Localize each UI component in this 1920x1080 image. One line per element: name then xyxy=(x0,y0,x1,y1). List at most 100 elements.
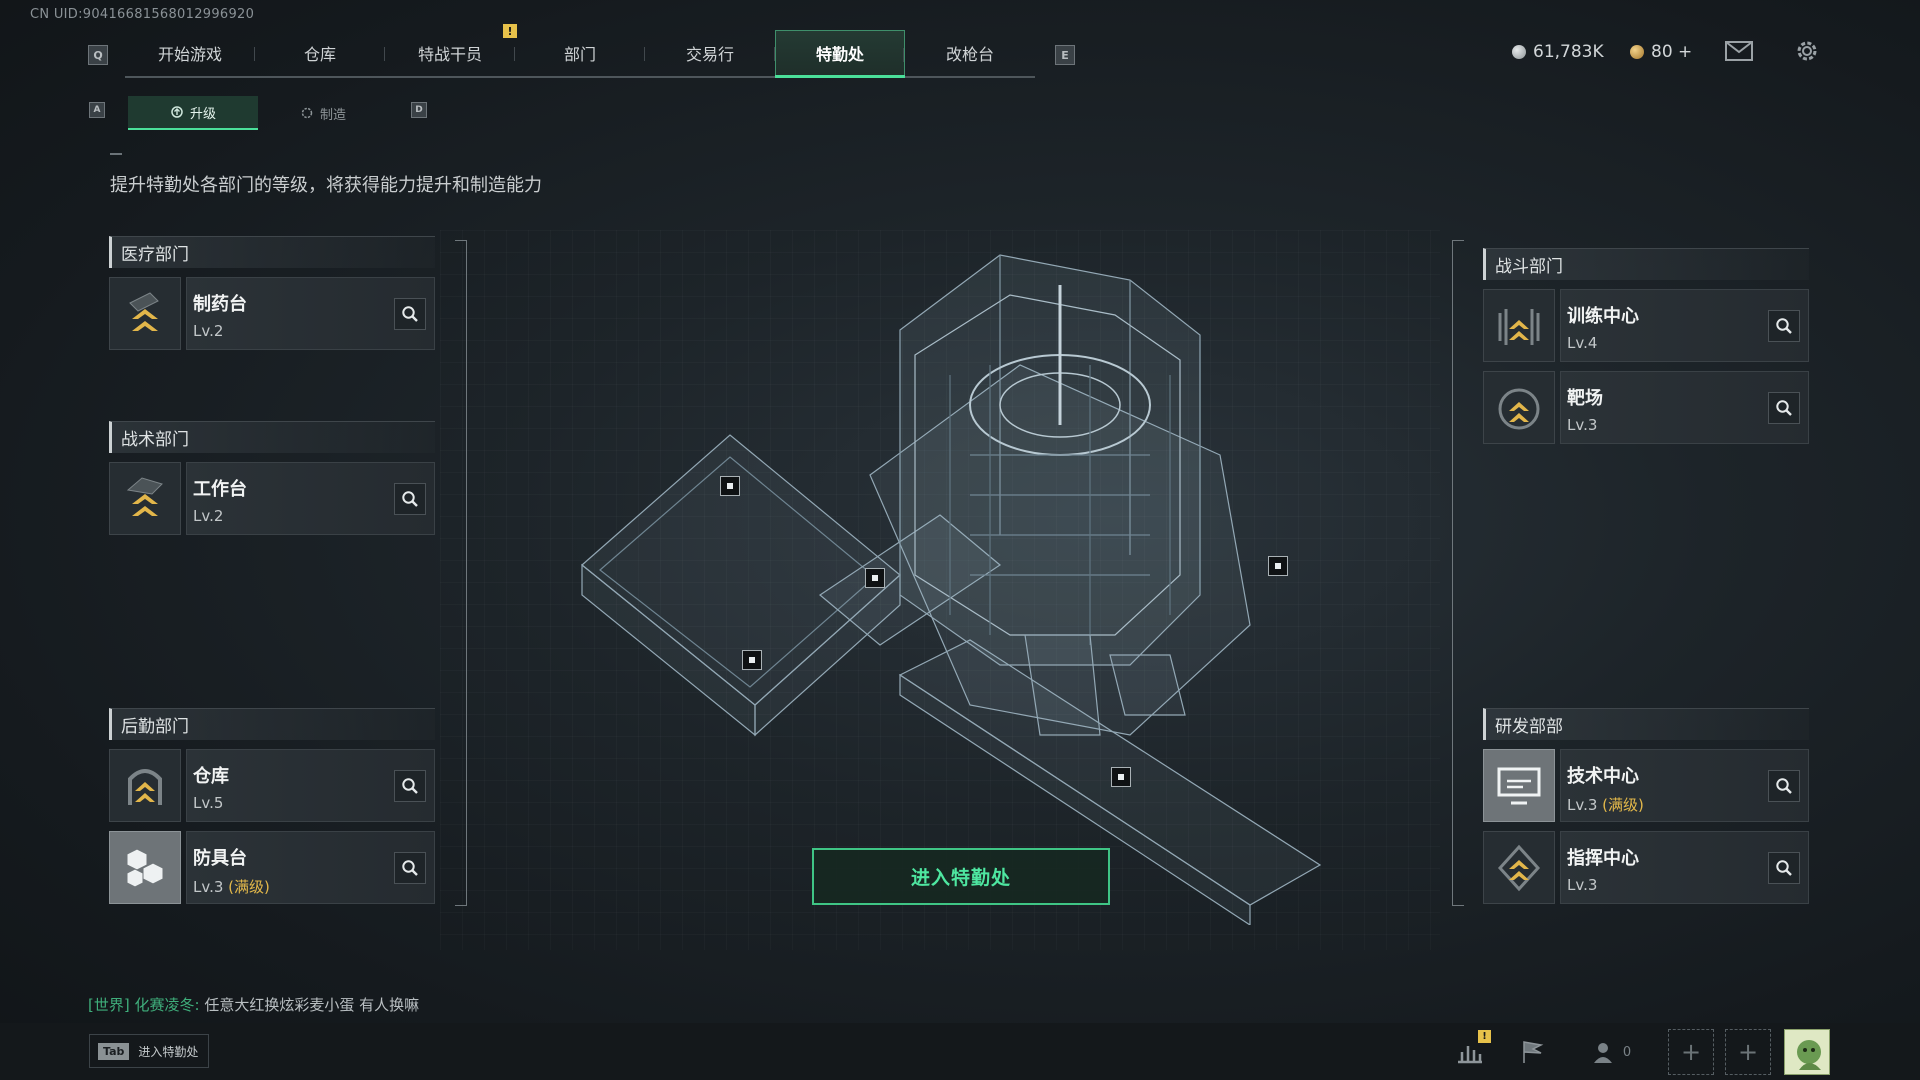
subtabs: 升级 制造 xyxy=(128,96,388,130)
level-text: Lv.2 xyxy=(193,322,224,340)
upgrade-icon xyxy=(171,106,183,118)
dept-rnd: 研发部部 技术中心 Lv.3 (满级) 指挥中心 Lv.3 xyxy=(1483,698,1809,904)
search-button[interactable] xyxy=(394,298,426,330)
level-text: Lv.3 xyxy=(1567,796,1598,814)
map-marker[interactable] xyxy=(865,568,885,588)
tab-hint-button[interactable]: Tab 进入特勤处 xyxy=(89,1034,210,1068)
gold-amount: 80 + xyxy=(1651,42,1693,62)
facility-pharmacy[interactable]: 制药台 Lv.2 xyxy=(109,277,435,350)
avatar[interactable] xyxy=(1784,1029,1830,1075)
screen: CN UID:9041668156801​2996920 Q 开始游戏 仓库 特… xyxy=(0,0,1920,1080)
gear-icon[interactable] xyxy=(1792,38,1822,64)
gold-currency[interactable]: 80 + xyxy=(1630,42,1692,62)
nav-right-key[interactable]: E xyxy=(1055,45,1075,65)
dept-tag xyxy=(109,226,435,236)
search-button[interactable] xyxy=(1768,852,1800,884)
level-text: Lv.3 xyxy=(1567,876,1598,894)
craft-icon xyxy=(301,107,313,119)
tab-gunsmith[interactable]: 改枪台 xyxy=(905,30,1035,76)
base-blueprint xyxy=(581,254,1322,925)
dept-combat: 战斗部门 训练中心 Lv.4 靶场 Lv.3 xyxy=(1483,238,1809,444)
mail-icon[interactable] xyxy=(1724,38,1754,64)
subtab-left-key[interactable]: A xyxy=(89,102,105,118)
friends-icon xyxy=(1593,1043,1612,1063)
chat-channel: [世界] xyxy=(88,996,130,1014)
silver-amount: 61,783K xyxy=(1533,42,1604,62)
armor-bench-icon xyxy=(109,831,181,904)
storage-icon xyxy=(109,749,181,822)
search-icon xyxy=(402,860,418,876)
tab-label: 改枪台 xyxy=(945,45,994,64)
tab-label: 特战干员 xyxy=(417,45,482,64)
workbench-icon xyxy=(109,462,181,535)
dept-medical: 医疗部门 制药台 Lv.2 xyxy=(109,226,435,350)
friends-button[interactable]: 0 xyxy=(1588,1036,1636,1068)
facility-tech-center[interactable]: 技术中心 Lv.3 (满级) xyxy=(1483,749,1809,822)
left-bracket xyxy=(455,240,467,906)
facility-card: 仓库 Lv.5 xyxy=(186,749,435,822)
search-icon xyxy=(402,491,418,507)
search-icon xyxy=(1776,318,1792,334)
search-button[interactable] xyxy=(1768,770,1800,802)
level-text: Lv.2 xyxy=(193,507,224,525)
tab-start-game[interactable]: 开始游戏 xyxy=(125,30,255,76)
enter-special-ops-button[interactable]: 进入特勤处 xyxy=(812,848,1110,905)
search-button[interactable] xyxy=(394,483,426,515)
facility-command-center[interactable]: 指挥中心 Lv.3 xyxy=(1483,831,1809,904)
tech-center-icon xyxy=(1483,749,1555,822)
gold-coin-icon xyxy=(1630,45,1644,59)
tab-trading[interactable]: 交易行 xyxy=(645,30,775,76)
tab-label: 交易行 xyxy=(685,45,734,64)
dept-logistics-title: 后勤部门 xyxy=(109,708,435,740)
dept-tactical-title: 战术部门 xyxy=(109,421,435,453)
facility-card: 制药台 Lv.2 xyxy=(186,277,435,350)
dept-tactical: 战术部门 工作台 Lv.2 xyxy=(109,411,435,535)
facility-card: 指挥中心 Lv.3 xyxy=(1560,831,1809,904)
map-marker[interactable] xyxy=(1268,556,1288,576)
map-marker[interactable] xyxy=(742,650,762,670)
tab-operators[interactable]: 特战干员 ! xyxy=(385,24,517,76)
search-icon xyxy=(1776,860,1792,876)
stats-icon[interactable]: ! xyxy=(1453,1030,1491,1068)
map-marker[interactable] xyxy=(720,476,740,496)
subtab-upgrade-label: 升级 xyxy=(189,106,216,122)
right-bracket xyxy=(1452,240,1464,906)
tab-special-ops[interactable]: 特勤处 xyxy=(775,30,905,78)
facility-card: 训练中心 Lv.4 xyxy=(1560,289,1809,362)
facility-shooting-range[interactable]: 靶场 Lv.3 xyxy=(1483,371,1809,444)
divider xyxy=(110,153,122,155)
silver-coin-icon xyxy=(1512,45,1526,59)
world-chat[interactable]: [世界] 化赛凌冬: 任意大红换炫彩麦小蛋 有人换嘛 xyxy=(88,994,419,1015)
search-button[interactable] xyxy=(1768,310,1800,342)
subtab-right-key[interactable]: D xyxy=(411,102,427,118)
level-text: Lv.5 xyxy=(193,794,224,812)
tab-warehouse[interactable]: 仓库 xyxy=(255,30,385,76)
friends-count: 0 xyxy=(1622,1044,1632,1060)
facility-card: 工作台 Lv.2 xyxy=(186,462,435,535)
add-teammate-slot[interactable]: + xyxy=(1668,1029,1714,1075)
search-icon xyxy=(402,778,418,794)
dept-combat-title: 战斗部门 xyxy=(1483,248,1809,280)
search-button[interactable] xyxy=(394,852,426,884)
facility-armor-bench[interactable]: 防具台 Lv.3 (满级) xyxy=(109,831,435,904)
search-button[interactable] xyxy=(394,770,426,802)
tab-key-badge: Tab xyxy=(98,1042,130,1060)
facility-card: 靶场 Lv.3 xyxy=(1560,371,1809,444)
dept-logistics: 后勤部门 仓库 Lv.5 防具台 Lv.3 (满级) xyxy=(109,698,435,904)
facility-storage[interactable]: 仓库 Lv.5 xyxy=(109,749,435,822)
chat-message: 任意大红换炫彩麦小蛋 有人换嘛 xyxy=(204,996,420,1014)
tab-label: 部门 xyxy=(563,45,596,64)
level-text: Lv.3 xyxy=(193,878,224,896)
tab-department[interactable]: 部门 xyxy=(515,30,645,76)
subtab-upgrade[interactable]: 升级 xyxy=(128,96,258,130)
subtab-craft[interactable]: 制造 xyxy=(258,96,388,130)
command-center-icon xyxy=(1483,831,1555,904)
dept-tag xyxy=(109,698,435,708)
map-marker[interactable] xyxy=(1111,767,1131,787)
nav-left-key[interactable]: Q xyxy=(88,45,108,65)
facility-training-center[interactable]: 训练中心 Lv.4 xyxy=(1483,289,1809,362)
add-teammate-slot[interactable]: + xyxy=(1725,1029,1771,1075)
flag-icon[interactable] xyxy=(1515,1036,1549,1068)
facility-workbench[interactable]: 工作台 Lv.2 xyxy=(109,462,435,535)
search-button[interactable] xyxy=(1768,392,1800,424)
